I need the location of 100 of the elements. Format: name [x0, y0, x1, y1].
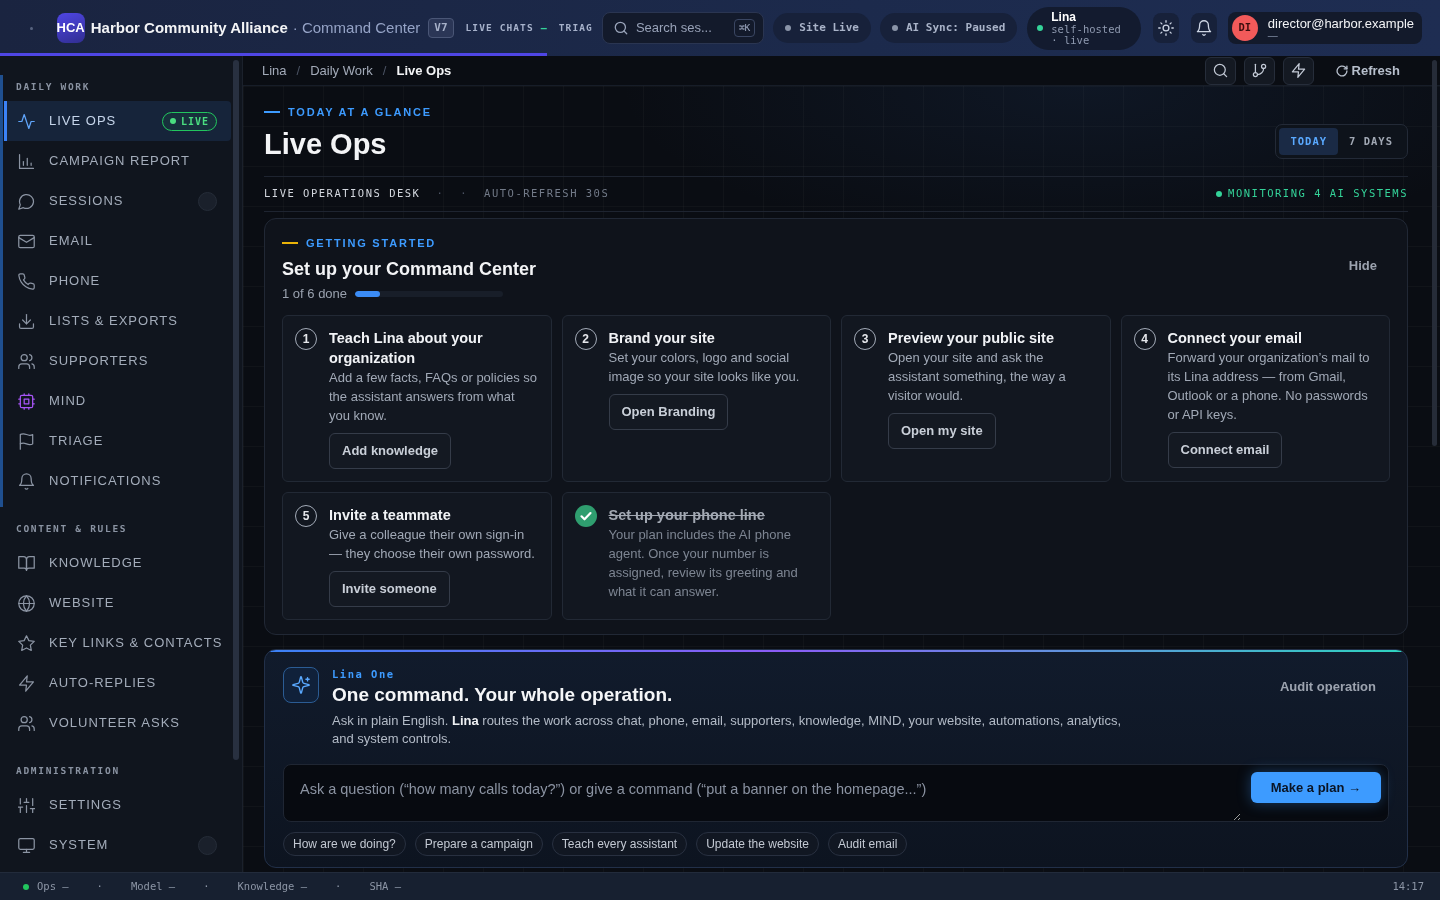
account-menu[interactable]: DI director@harbor.example — [1227, 12, 1422, 44]
scrollbar-thumb[interactable] [1432, 60, 1437, 446]
command-title: One command. Your whole operation. [332, 683, 674, 707]
download-icon [18, 312, 35, 330]
people-icon [18, 352, 35, 370]
refresh-interval-label: AUTO-REFRESH 30S [484, 186, 610, 202]
step-title: Connect your email [1167, 329, 1304, 348]
section-heading: DAILY WORK [15, 80, 92, 94]
notifications-button[interactable] [1191, 13, 1217, 43]
search-field[interactable]: Search ses... ⌘K [601, 12, 765, 44]
step-title: Set up your phone line [608, 506, 766, 525]
nav-item[interactable]: VOLUNTEER ASKS [4, 703, 231, 743]
nav-item[interactable]: MIND [4, 381, 231, 421]
step-action-button[interactable]: Add knowledge [329, 433, 452, 469]
sun-icon [1158, 20, 1175, 36]
refresh-icon [1335, 64, 1348, 77]
suggestion-chip[interactable]: How are we doing? [283, 832, 406, 856]
nav-item[interactable]: AUTO-REPLIES [4, 663, 231, 703]
breadcrumb-link[interactable]: Daily Work [310, 60, 373, 81]
lightning-icon [1290, 63, 1306, 78]
nav-item[interactable]: SYSTEM [4, 825, 231, 865]
suggestion-chip[interactable]: Teach every assistant [551, 832, 688, 856]
step-description: Add a few facts, FAQs or policies so the assistant answers from what you know. [329, 369, 539, 425]
suggestion-chip[interactable]: Audit email [827, 832, 908, 856]
assistant-label: Lina One [332, 667, 396, 681]
suggestion-chip[interactable]: Prepare a campaign [414, 832, 543, 856]
refresh-button[interactable]: Refresh [1325, 56, 1410, 85]
quick-action-button[interactable] [1282, 56, 1314, 85]
step-title: Teach Lina about your organization [329, 329, 484, 368]
range-tab[interactable]: 7 DAYS [1338, 128, 1404, 155]
step-description: Forward your organization’s mail to its Lina address — from Gmail, Outlook or a phone. No passwords or API keys. [1167, 349, 1371, 424]
suggestion-chip[interactable]: Update the website [696, 832, 819, 856]
nav-item[interactable]: LIVE OPS LIVE [4, 101, 231, 141]
sliders-icon [18, 796, 35, 814]
breadcrumb-separator: / [296, 61, 301, 80]
nav-item[interactable]: EMAIL [4, 221, 231, 261]
section-eyebrow: TODAY AT A GLANCE [264, 105, 432, 119]
nav-item[interactable]: CAMPAIGN REPORT [4, 141, 231, 181]
step-action-button[interactable]: Invite someone [329, 571, 450, 607]
clock-time: 14:17 [1392, 878, 1424, 894]
flag-icon [18, 432, 35, 450]
nav-item[interactable]: KEY LINKS & CONTACTS [4, 623, 231, 663]
section-eyebrow: GETTING STARTED [282, 236, 437, 250]
step-action-button[interactable]: Open Branding [608, 394, 729, 430]
branch-button[interactable] [1243, 56, 1275, 85]
status-dot-icon [785, 25, 792, 31]
nav-item[interactable]: SUPPORTERS [4, 341, 231, 381]
bar-chart-icon [18, 152, 35, 170]
branch-icon [1251, 63, 1267, 78]
nav-item[interactable]: SESSIONS [4, 181, 231, 221]
scrollbar-thumb[interactable] [233, 60, 239, 760]
audit-button[interactable]: Audit operation [1266, 673, 1389, 701]
search-icon [1212, 63, 1228, 78]
step-description: Open your site and ask the assistant something, the way a visitor would. [888, 349, 1067, 405]
nav-item[interactable]: SETTINGS [4, 785, 231, 825]
search-input[interactable]: Search ses... [635, 18, 726, 38]
logo: HCA [56, 13, 85, 43]
theme-toggle-button[interactable] [1153, 13, 1180, 43]
progress-text: 1 of 6 done [282, 285, 348, 304]
breadcrumb-link[interactable]: Lina [262, 60, 287, 81]
nav-item[interactable]: KNOWLEDGE [4, 543, 231, 583]
step-action-button[interactable]: Connect email [1167, 432, 1283, 468]
dot-icon [30, 26, 33, 30]
star-icon [18, 634, 35, 652]
nav-link[interactable]: TRIAG [558, 20, 593, 36]
nav-item[interactable]: WEBSITE [4, 583, 231, 623]
section-heading: CONTENT & RULES [15, 522, 129, 536]
user-role: — [1267, 30, 1278, 41]
step-title: Brand your site [608, 329, 716, 348]
step-action-button[interactable]: Open my site [888, 413, 996, 449]
nav-item[interactable]: NOTIFICATIONS [4, 461, 231, 501]
hide-button[interactable]: Hide [1335, 252, 1390, 280]
lightning-icon [18, 674, 35, 692]
command-input[interactable]: Ask a question (“how many calls today?”) or give a command (“put a banner on the homepage...”) [284, 765, 1241, 821]
breadcrumb-current: Live Ops [396, 61, 452, 80]
sparkle-icon [283, 667, 319, 703]
status-label: LIVE [180, 114, 209, 129]
separator-dot: · [96, 878, 103, 894]
assistant-name: Lina [1051, 10, 1077, 24]
bell-icon [1195, 20, 1212, 36]
make-plan-button[interactable]: Make a plan → [1250, 772, 1381, 803]
step-description: Your plan includes the AI phone agent. Once your number is assigned, review its greeting and what it can answer. [608, 526, 799, 601]
status-dot-icon [1216, 191, 1223, 197]
assistant-status-text: self-hosted · live [1051, 23, 1122, 46]
command-box[interactable]: Ask a question (“how many calls today?”) or give a command (“put a banner on the homepage...”) Make a plan → [283, 764, 1389, 822]
nav-item[interactable]: LISTS & EXPORTS [4, 301, 231, 341]
step-title: Preview your public site [888, 329, 1055, 348]
search-icon [613, 21, 628, 35]
range-tab[interactable]: TODAY [1279, 128, 1339, 155]
nav-item[interactable]: PHONE [4, 261, 231, 301]
section-heading: ADMINISTRATION [15, 764, 121, 778]
nav-link[interactable]: LIVE CHATS [465, 20, 534, 36]
user-email: director@harbor.example [1267, 15, 1414, 31]
step-title: Invite a teammate [329, 506, 452, 525]
people-icon [18, 714, 35, 732]
setup-title: Set up your Command Center [282, 258, 537, 280]
status-dot-icon [891, 25, 898, 31]
search-button[interactable] [1204, 56, 1236, 85]
pulse-icon [18, 112, 35, 130]
nav-item[interactable]: TRIAGE [4, 421, 231, 461]
